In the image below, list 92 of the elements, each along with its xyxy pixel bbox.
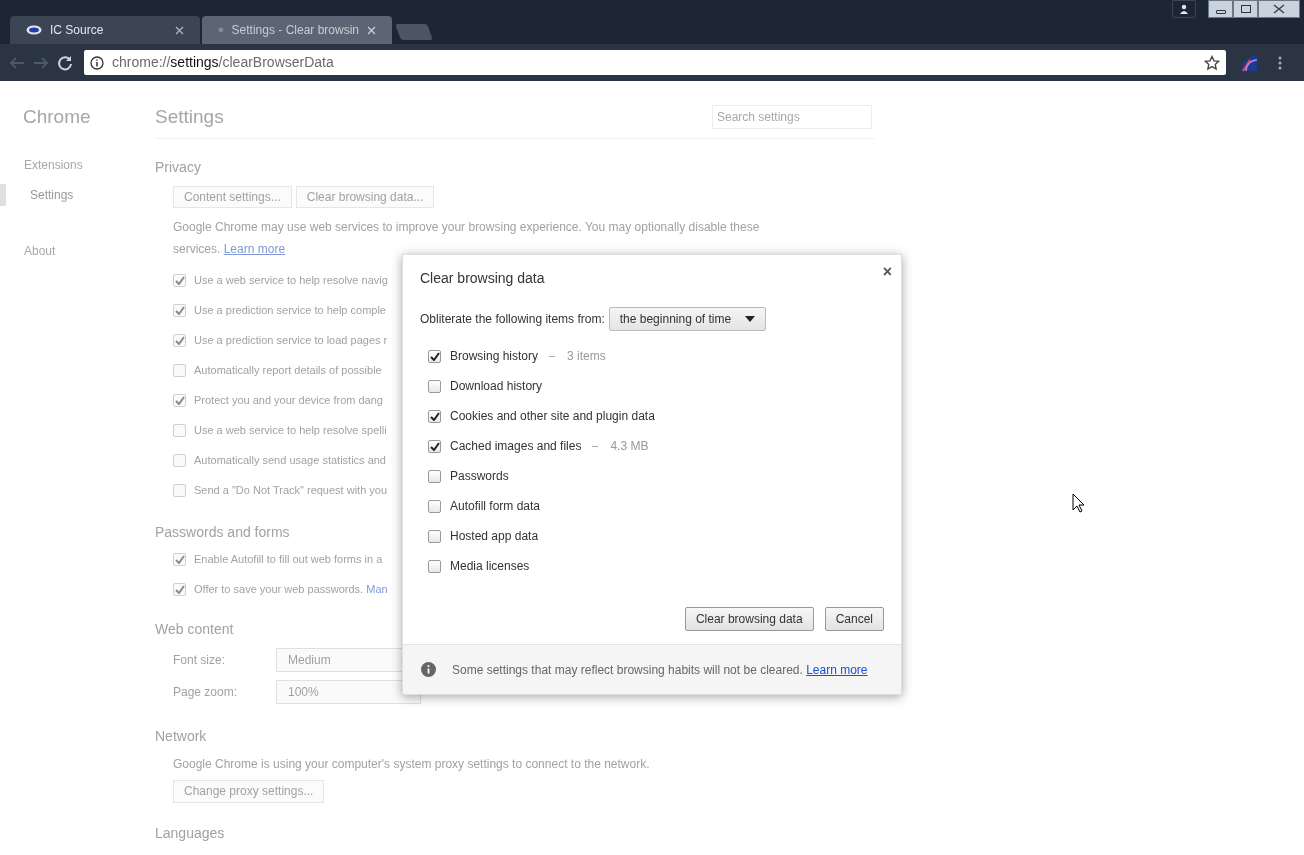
section-heading: Passwords and forms — [155, 522, 290, 542]
maximize-button[interactable] — [1233, 0, 1258, 18]
checkbox[interactable] — [428, 379, 441, 393]
page-title: Settings — [155, 105, 224, 129]
learn-more-link[interactable]: Learn more — [223, 241, 286, 256]
option-label: Enable Autofill to fill out web forms in a — [194, 552, 383, 568]
learn-more-link[interactable]: Learn more — [806, 662, 868, 677]
option-label: Automatically send usage statistics and — [194, 453, 386, 469]
checkbox[interactable] — [173, 484, 186, 497]
dropdown[interactable]: 100% — [276, 679, 421, 704]
minimize-button[interactable] — [1208, 0, 1233, 18]
person-icon — [1179, 4, 1189, 14]
sidebar-title: Chrome — [22, 105, 91, 129]
option-label: Browsing history — [450, 348, 539, 365]
option-label: Cached images and files — [450, 438, 582, 455]
checkbox[interactable] — [428, 529, 441, 543]
detail-text: 3 items — [567, 348, 606, 365]
checkbox[interactable] — [173, 454, 186, 467]
option-label: Protect you and your device from dang — [194, 393, 383, 409]
option-label: Passwords — [450, 468, 509, 485]
footer-text: Some settings that may reflect browsing habits will not be cleared. Learn more — [452, 661, 868, 679]
tab-close-icon[interactable] — [367, 25, 376, 35]
description-text: Google Chrome is using your computer's system proxy settings to connect to the network. — [172, 755, 650, 773]
link[interactable]: Man — [366, 583, 388, 596]
dialog-button[interactable]: Clear browsing data — [684, 607, 814, 631]
checkbox[interactable] — [173, 334, 186, 347]
section-heading: Network — [155, 726, 207, 746]
checkbox[interactable] — [173, 583, 186, 596]
back-icon[interactable] — [8, 54, 26, 71]
checkbox[interactable] — [173, 424, 186, 437]
menu-icon[interactable] — [1278, 55, 1282, 70]
tab-close-icon[interactable] — [175, 25, 184, 35]
option-label: Send a "Do Not Track" request with you — [194, 483, 388, 499]
checkbox[interactable] — [173, 553, 186, 566]
checkbox[interactable] — [428, 559, 441, 573]
new-tab-button[interactable] — [395, 24, 433, 40]
option-label: Autofill form data — [450, 498, 541, 515]
checkbox[interactable] — [428, 409, 441, 423]
dialog-title: Clear browsing data — [420, 269, 546, 288]
section-heading: Web content — [155, 619, 234, 639]
browser-tab[interactable]: Settings - Clear browsin — [202, 16, 392, 44]
sidebar-item[interactable]: Extensions — [0, 153, 155, 176]
option-label: Use a web service to help resolve spelli — [194, 423, 387, 439]
url-text: chrome://settings/clearBrowserData — [112, 53, 334, 72]
settings-button[interactable]: Change proxy settings... — [173, 779, 325, 803]
section-heading: Privacy — [155, 157, 201, 177]
detail-text: 4.3 MB — [610, 438, 649, 455]
option-label: Offer to save your web passwords. Man — [194, 582, 388, 598]
close-button[interactable]: × — [882, 260, 892, 284]
site-logo-icon — [26, 25, 42, 35]
sidebar-item[interactable]: About — [0, 239, 155, 262]
checkbox[interactable] — [173, 364, 186, 377]
option-label: Automatically report details of possible — [194, 363, 382, 379]
settings-button[interactable]: Clear browsing data... — [295, 185, 435, 208]
option-label: Use a web service to help resolve navig — [194, 273, 388, 289]
checkbox[interactable] — [173, 394, 186, 407]
option-label: Use a prediction service to load pages r — [194, 333, 388, 349]
dialog-button[interactable]: Cancel — [824, 607, 884, 631]
period-dropdown[interactable]: the beginning of time — [608, 307, 767, 331]
mouse-cursor-icon — [1072, 493, 1085, 513]
option-label: Download history — [450, 378, 543, 395]
caret-icon — [745, 316, 756, 322]
field-label: Page zoom: — [173, 683, 239, 701]
sidebar-item[interactable]: Settings — [0, 183, 155, 206]
checkbox[interactable] — [173, 304, 186, 317]
field-label: Font size: — [173, 651, 227, 669]
checkbox[interactable] — [428, 349, 441, 363]
close-button[interactable] — [1258, 0, 1300, 18]
close-icon — [1273, 4, 1285, 14]
gauge-icon[interactable] — [1240, 53, 1258, 72]
checkbox[interactable] — [428, 439, 441, 453]
address-bar[interactable]: chrome://settings/clearBrowserData — [84, 50, 1226, 75]
reload-icon[interactable] — [56, 53, 74, 72]
tab-title: Settings - Clear browsin — [231, 22, 359, 39]
checkbox[interactable] — [173, 274, 186, 287]
option-label: Cookies and other site and plugin data — [450, 408, 655, 425]
option-label: Hosted app data — [450, 528, 539, 545]
option-label: Use a prediction service to help comple — [194, 303, 386, 319]
settings-button[interactable]: Content settings... — [173, 185, 292, 208]
browser-tab[interactable]: IC Source — [10, 16, 200, 44]
checkbox[interactable] — [428, 499, 441, 513]
search-field[interactable]: Search settings — [712, 105, 872, 130]
tab-title: IC Source — [50, 22, 104, 39]
checkbox[interactable] — [428, 469, 441, 483]
info-icon — [90, 55, 104, 70]
option-label: Media licenses — [450, 558, 530, 575]
profile-button[interactable] — [1172, 0, 1196, 18]
section-heading: Languages — [155, 823, 225, 843]
forward-icon[interactable] — [32, 54, 50, 71]
period-label: Obliterate the following items from: — [420, 311, 605, 328]
bookmark-star-icon[interactable] — [1204, 54, 1220, 71]
info-icon — [421, 662, 436, 677]
